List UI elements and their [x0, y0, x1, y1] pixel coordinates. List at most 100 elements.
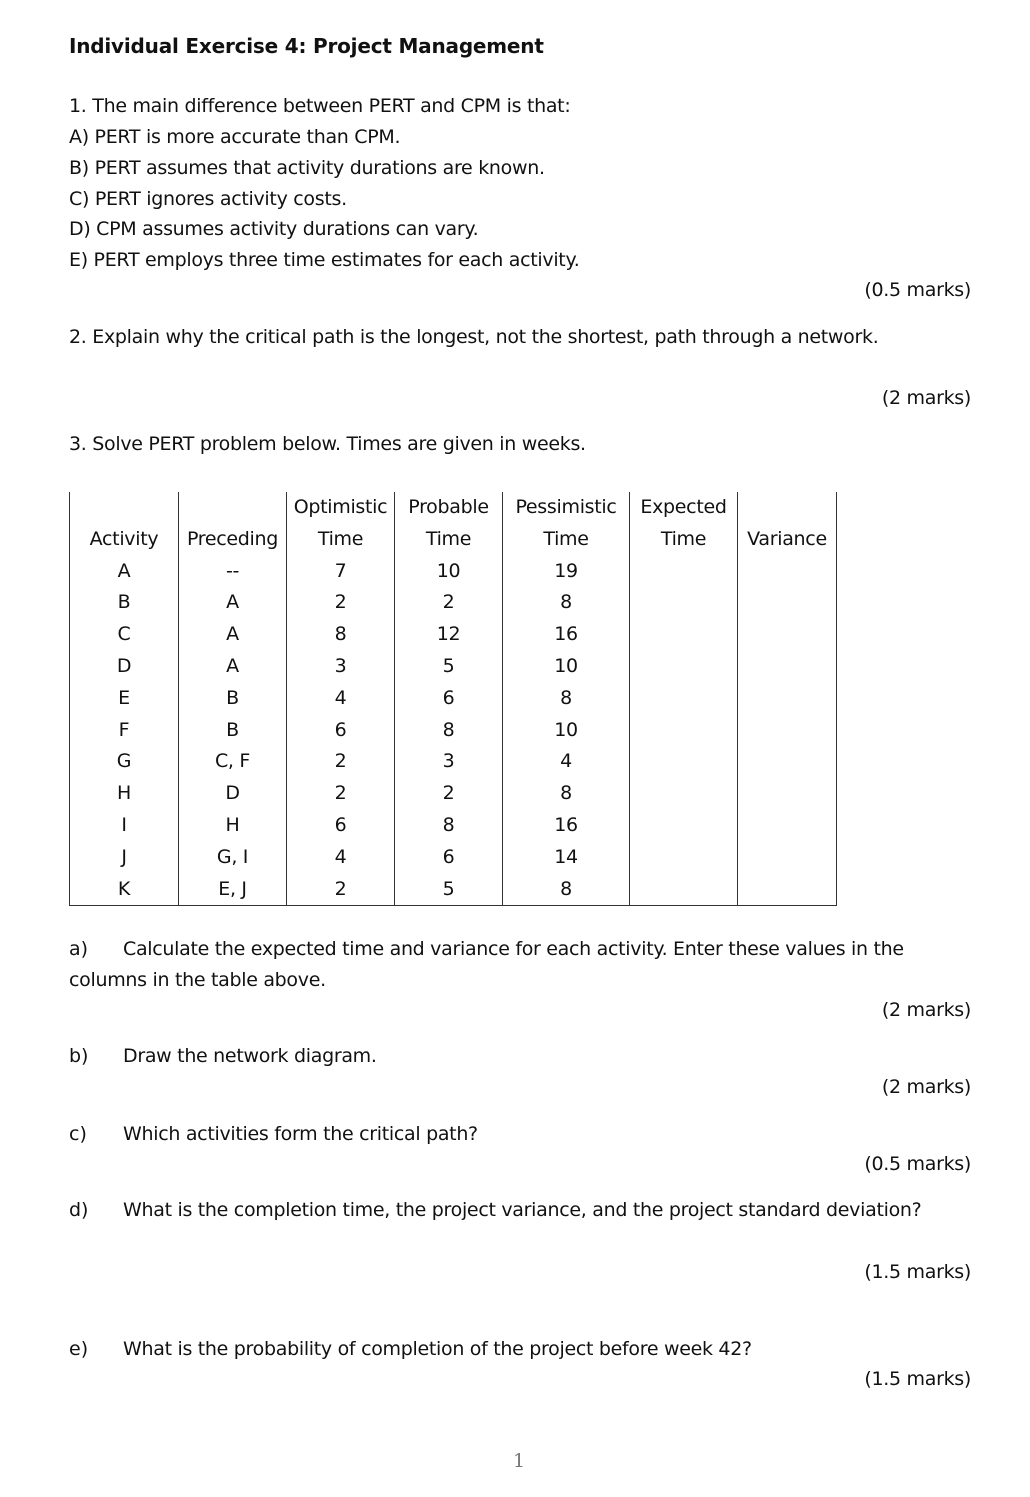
cell-probable: 3 — [394, 746, 503, 779]
cell-expected — [629, 587, 738, 620]
part-b-text: Draw the network diagram. — [123, 1045, 377, 1067]
part-b-label: b) — [69, 1045, 89, 1067]
cell-preceding: A — [178, 619, 287, 651]
cell-probable: 5 — [394, 873, 503, 907]
table-row: K E, J258 — [69, 873, 837, 907]
part-c-text: Which activities form the critical path? — [123, 1123, 478, 1145]
cell-variance — [737, 809, 837, 842]
cell-expected — [629, 809, 738, 842]
cell-optimistic: 3 — [286, 650, 395, 683]
header-probable-time: Time — [394, 523, 503, 556]
cell-expected — [629, 714, 738, 747]
cell-optimistic: 2 — [286, 746, 395, 779]
cell-variance — [737, 619, 837, 651]
q1-marks: (0.5 marks) — [864, 279, 971, 301]
part-c-marks: (0.5 marks) — [864, 1153, 971, 1175]
cell-probable: 10 — [394, 555, 503, 588]
cell-pessimistic: 4 — [502, 746, 630, 779]
q1-option-d: D) CPM assumes activity durations can va… — [69, 218, 479, 240]
pert-table: Optimistic Probable Pessimistic Expected… — [69, 492, 837, 907]
cell-expected — [629, 682, 738, 715]
cell-pessimistic: 8 — [502, 778, 630, 810]
table-header-row-1: Optimistic Probable Pessimistic Expected — [69, 492, 837, 524]
q2-question: 2. Explain why the critical path is the … — [69, 326, 879, 348]
cell-variance — [737, 714, 837, 747]
cell-preceding: D — [178, 778, 287, 810]
q1-option-b: B) PERT assumes that activity durations … — [69, 157, 545, 179]
cell-activity: G — [69, 746, 179, 779]
cell-optimistic: 8 — [286, 619, 395, 651]
cell-activity: C — [69, 619, 179, 651]
cell-pessimistic: 8 — [502, 682, 630, 715]
cell-activity: H — [69, 778, 179, 810]
table-row: A -- 7 10 19 — [69, 555, 837, 588]
table-row: D A 3 5 10 — [69, 650, 837, 683]
cell-expected — [629, 746, 738, 779]
q1-option-c: C) PERT ignores activity costs. — [69, 188, 347, 210]
q2-marks: (2 marks) — [881, 387, 971, 409]
table-row: C A 8 12 16 — [69, 619, 837, 651]
table-row: EB468 — [69, 682, 837, 715]
part-d-marks: (1.5 marks) — [864, 1261, 971, 1283]
cell-probable: 8 — [394, 809, 503, 842]
part-e-marks: (1.5 marks) — [864, 1368, 971, 1390]
cell-activity: D — [69, 650, 179, 683]
cell-probable: 6 — [394, 682, 503, 715]
cell-variance — [737, 555, 837, 588]
cell-expected — [629, 555, 738, 588]
header-pessimistic-time: Time — [502, 523, 630, 556]
header-pessimistic-line1: Pessimistic — [502, 492, 630, 524]
q1-question: 1. The main difference between PERT and … — [69, 95, 571, 117]
cell-variance — [737, 778, 837, 810]
cell-probable: 6 — [394, 841, 503, 874]
cell-optimistic: 6 — [286, 809, 395, 842]
part-a-label: a) — [69, 938, 89, 960]
cell-preceding: E, J — [178, 873, 287, 907]
cell-pessimistic: 19 — [502, 555, 630, 588]
header-expected-line1: Expected — [629, 492, 738, 524]
part-e-label: e) — [69, 1338, 89, 1360]
table-header-row-2: Activity Preceding Time Time Time Time V… — [69, 523, 837, 556]
cell-preceding: H — [178, 809, 287, 842]
table-row: F B 6 8 10 — [69, 714, 837, 747]
cell-pessimistic: 14 — [502, 841, 630, 874]
cell-variance — [737, 746, 837, 779]
header-preceding: Preceding — [178, 523, 287, 556]
part-d-label: d) — [69, 1199, 89, 1221]
cell-variance — [737, 587, 837, 620]
cell-activity: A — [69, 555, 179, 588]
cell-pessimistic: 8 — [502, 873, 630, 907]
header-optimistic-time: Time — [286, 523, 395, 556]
cell-optimistic: 4 — [286, 841, 395, 874]
cell-expected — [629, 650, 738, 683]
cell-expected — [629, 873, 738, 907]
cell-expected — [629, 619, 738, 651]
header-activity: Activity — [69, 523, 179, 556]
cell-preceding: A — [178, 650, 287, 683]
cell-optimistic: 7 — [286, 555, 395, 588]
part-c-label: c) — [69, 1123, 87, 1145]
cell-probable: 2 — [394, 778, 503, 810]
cell-pessimistic: 16 — [502, 619, 630, 651]
cell-probable: 2 — [394, 587, 503, 620]
cell-optimistic: 2 — [286, 778, 395, 810]
table-row: HD228 — [69, 778, 837, 810]
header-optimistic-line1: Optimistic — [286, 492, 395, 524]
q3-question: 3. Solve PERT problem below. Times are g… — [69, 433, 586, 455]
cell-variance — [737, 682, 837, 715]
part-d-text: What is the completion time, the project… — [123, 1199, 922, 1221]
cell-probable: 5 — [394, 650, 503, 683]
cell-variance — [737, 841, 837, 874]
cell-activity: K — [69, 873, 179, 907]
cell-preceding: B — [178, 714, 287, 747]
cell-activity: B — [69, 587, 179, 620]
header-preceding-line1 — [178, 492, 287, 524]
cell-optimistic: 4 — [286, 682, 395, 715]
table-row: J G, I 4 6 14 — [69, 841, 837, 874]
cell-optimistic: 6 — [286, 714, 395, 747]
table-row: I H 6 8 16 — [69, 809, 837, 842]
cell-preceding: A — [178, 587, 287, 620]
cell-probable: 12 — [394, 619, 503, 651]
part-a-marks: (2 marks) — [881, 999, 971, 1021]
cell-preceding: C, F — [178, 746, 287, 779]
